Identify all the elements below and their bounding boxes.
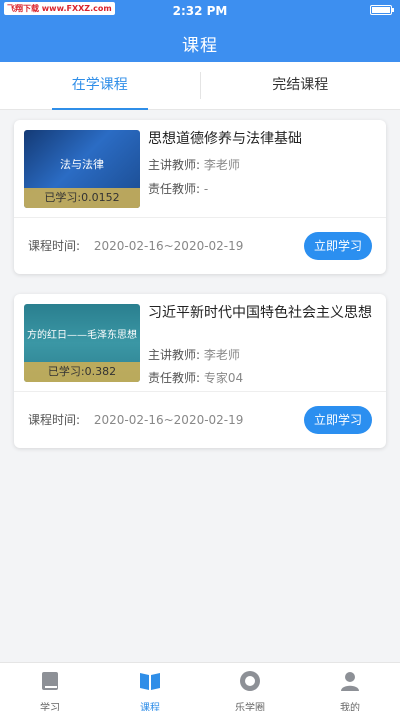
nav-label-circle: 乐学圈 <box>235 703 265 711</box>
nav-label-study: 学习 <box>40 703 60 711</box>
status-bar: 飞翔下载 www.FXXZ.com 2:32 PM <box>0 0 400 22</box>
book-icon <box>42 672 58 690</box>
person-icon <box>341 672 359 691</box>
course-time-row: 课程时间: 2020-02-16~2020-02-19 <box>28 239 244 253</box>
circle-icon <box>240 671 260 691</box>
course-time-value: 2020-02-16~2020-02-19 <box>93 413 244 427</box>
responsible-teacher-row: 责任教师: 专家04 <box>148 371 244 385</box>
course-card[interactable]: 法与法律 已学习:0.0152 思想道德修养与法律基础 主讲教师: 李老师 责任… <box>14 120 386 274</box>
tab-finished[interactable]: 完结课程 <box>201 62 400 109</box>
responsible-teacher-value: 专家04 <box>203 371 244 385</box>
start-study-button[interactable]: 立即学习 <box>304 406 372 434</box>
progress-label: 已学习:0.382 <box>24 362 140 382</box>
course-card-top: 方的红日——毛泽东思想 已学习:0.382 习近平新时代中国特色社会主义思想 主… <box>14 294 386 392</box>
start-study-button[interactable]: 立即学习 <box>304 232 372 260</box>
course-title[interactable]: 习近平新时代中国特色社会主义思想 <box>148 304 376 322</box>
course-card-bottom: 课程时间: 2020-02-16~2020-02-19 立即学习 <box>14 218 386 274</box>
battery-icon <box>370 5 394 15</box>
main-teacher-value: 李老师 <box>203 348 240 362</box>
thumbnail-caption: 方的红日——毛泽东思想 <box>27 330 137 341</box>
course-thumbnail[interactable]: 法与法律 已学习:0.0152 <box>24 130 140 208</box>
course-thumbnail[interactable]: 方的红日——毛泽东思想 已学习:0.382 <box>24 304 140 382</box>
nav-label-mine: 我的 <box>340 703 360 711</box>
course-time-row: 课程时间: 2020-02-16~2020-02-19 <box>28 413 244 427</box>
nav-item-circle[interactable]: 乐学圈 <box>200 663 300 711</box>
nav-item-mine[interactable]: 我的 <box>300 663 400 711</box>
course-tabs: 在学课程 完结课程 <box>0 62 400 110</box>
tab-studying[interactable]: 在学课程 <box>0 62 200 110</box>
course-card-bottom: 课程时间: 2020-02-16~2020-02-19 立即学习 <box>14 392 386 448</box>
course-card[interactable]: 方的红日——毛泽东思想 已学习:0.382 习近平新时代中国特色社会主义思想 主… <box>14 294 386 448</box>
main-teacher-row: 主讲教师: 李老师 <box>148 348 240 362</box>
main-teacher-value: 李老师 <box>203 158 240 172</box>
responsible-teacher-value: - <box>203 182 209 196</box>
open-book-icon <box>140 673 160 690</box>
responsible-teacher-row: 责任教师: - <box>148 182 209 196</box>
nav-label-courses: 课程 <box>140 703 160 711</box>
nav-item-courses[interactable]: 课程 <box>100 663 200 711</box>
app-header: 飞翔下载 www.FXXZ.com 2:32 PM 课程 <box>0 0 400 62</box>
bottom-nav: 学习 课程 乐学圈 我的 <box>0 662 400 711</box>
thumbnail-caption: 法与法律 <box>60 158 104 171</box>
course-title[interactable]: 思想道德修养与法律基础 <box>148 130 376 148</box>
nav-item-study[interactable]: 学习 <box>0 663 100 711</box>
progress-label: 已学习:0.0152 <box>24 188 140 208</box>
page-title: 课程 <box>182 36 218 56</box>
main-teacher-row: 主讲教师: 李老师 <box>148 158 240 172</box>
status-time: 2:32 PM <box>172 4 228 18</box>
course-time-value: 2020-02-16~2020-02-19 <box>93 239 244 253</box>
course-card-top: 法与法律 已学习:0.0152 思想道德修养与法律基础 主讲教师: 李老师 责任… <box>14 120 386 218</box>
battery-fill <box>372 7 390 13</box>
